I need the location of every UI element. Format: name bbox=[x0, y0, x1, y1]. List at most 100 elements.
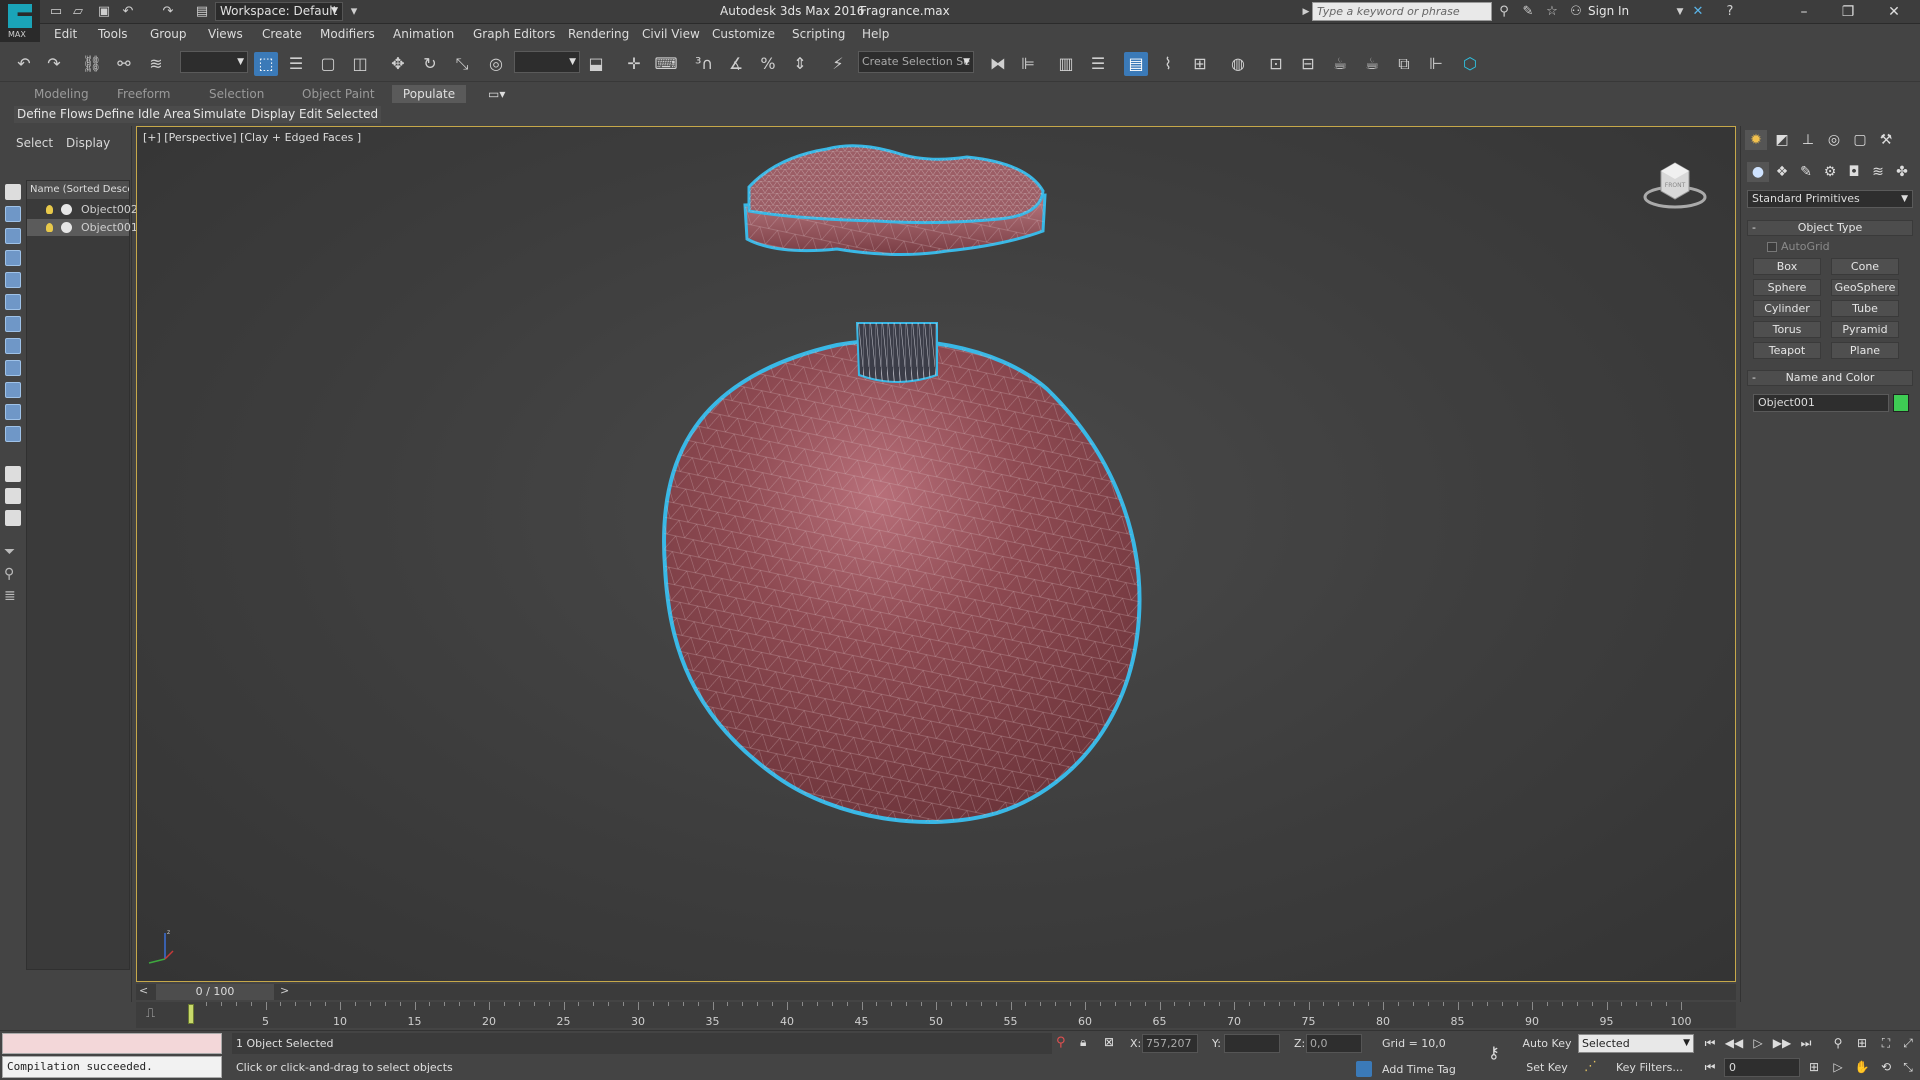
display-panel-icon[interactable]: ▢ bbox=[1849, 130, 1871, 150]
space-warps-icon[interactable]: ≋ bbox=[1867, 162, 1889, 182]
reference-coordinate-dropdown[interactable]: ▼ bbox=[514, 51, 580, 73]
modify-panel-icon[interactable]: ◩ bbox=[1771, 130, 1793, 150]
menu-scripting[interactable]: Scripting bbox=[792, 27, 845, 41]
go-to-start-icon[interactable]: ⏮ bbox=[1700, 1033, 1720, 1053]
undo-icon[interactable]: ↶ bbox=[120, 4, 136, 20]
light-bulb-icon[interactable] bbox=[46, 205, 53, 214]
key-tangent-icon[interactable]: ⋰ bbox=[1584, 1059, 1597, 1074]
key-filters-button[interactable]: Key Filters... bbox=[1616, 1061, 1683, 1074]
cameras-icon[interactable]: ⚙ bbox=[1819, 162, 1841, 182]
tab-selection[interactable]: Selection bbox=[209, 87, 264, 101]
rectangular-selection-icon[interactable]: ▢ bbox=[316, 52, 340, 76]
select-and-place-icon[interactable]: ◎ bbox=[484, 52, 508, 76]
visibility-icon[interactable] bbox=[61, 204, 72, 215]
name-and-color-rollout-header[interactable]: - Name and Color bbox=[1747, 370, 1913, 386]
window-crossing-icon[interactable]: ◫ bbox=[348, 52, 372, 76]
selection-filter-dropdown[interactable]: ▼ bbox=[180, 51, 248, 73]
primitive-pyramid-button[interactable]: Pyramid bbox=[1831, 321, 1899, 338]
zoom-extents-all-icon[interactable]: ⤢ bbox=[1898, 1033, 1918, 1053]
display-none-icon[interactable] bbox=[5, 488, 21, 504]
favorites-star-icon[interactable]: ☆ bbox=[1544, 4, 1560, 20]
spinner-snap-icon[interactable]: ⇕ bbox=[788, 52, 812, 76]
percent-snap-icon[interactable]: % bbox=[756, 52, 780, 76]
maxscript-listener-input[interactable] bbox=[2, 1033, 222, 1054]
play-icon[interactable]: ▷ bbox=[1748, 1033, 1768, 1053]
simulate-button[interactable]: Simulate bbox=[190, 106, 250, 123]
binoculars-icon[interactable]: ⚲ bbox=[1496, 4, 1512, 20]
customize-quick-access-icon[interactable]: ▾ bbox=[346, 4, 362, 20]
display-containers-icon[interactable] bbox=[5, 404, 21, 420]
menu-customize[interactable]: Customize bbox=[712, 27, 775, 41]
display-geometry-icon[interactable] bbox=[5, 206, 21, 222]
object-name-field[interactable]: Object001 bbox=[1753, 394, 1889, 412]
menu-animation[interactable]: Animation bbox=[393, 27, 454, 41]
project-folder-icon[interactable]: ▤ bbox=[194, 4, 210, 20]
display-lights-icon[interactable] bbox=[5, 250, 21, 266]
zoom-extents-icon[interactable]: ⛶ bbox=[1876, 1033, 1896, 1053]
material-editor-icon[interactable]: ◍ bbox=[1226, 52, 1250, 76]
zoom-icon[interactable]: ⚲ bbox=[1828, 1033, 1848, 1053]
menu-help[interactable]: Help bbox=[862, 27, 889, 41]
workspace-dropdown[interactable]: Workspace: Default ▼ bbox=[215, 2, 343, 21]
close-button[interactable]: ✕ bbox=[1874, 2, 1914, 22]
set-key-button[interactable]: Set Key bbox=[1522, 1058, 1572, 1077]
maxscript-listener-output[interactable]: Compilation succeeded. bbox=[2, 1056, 222, 1078]
z-coordinate-field[interactable]: 0,0 bbox=[1306, 1034, 1362, 1053]
geometry-icon[interactable]: ● bbox=[1747, 162, 1769, 182]
key-mode-dropdown[interactable]: Selected ▼ bbox=[1578, 1034, 1694, 1053]
display-groups-icon[interactable] bbox=[5, 338, 21, 354]
communication-center-icon[interactable]: ✎ bbox=[1520, 4, 1536, 20]
select-by-name-icon[interactable]: ☰ bbox=[284, 52, 308, 76]
hierarchy-panel-icon[interactable]: ⊥ bbox=[1797, 130, 1819, 150]
menu-views[interactable]: Views bbox=[208, 27, 243, 41]
current-frame-marker[interactable] bbox=[188, 1004, 194, 1024]
manipulate-icon[interactable]: ✛ bbox=[622, 52, 646, 76]
menu-civil-view[interactable]: Civil View bbox=[642, 27, 700, 41]
batch-render-icon[interactable]: ⊩ bbox=[1424, 52, 1448, 76]
previous-frame-icon[interactable]: ◀◀ bbox=[1724, 1033, 1744, 1053]
track-bar[interactable]: ⎍ 5 10 15 20 25 30 35 40 45 50 55 60 65 70 75 80 85 90 95 1… bbox=[136, 1002, 1736, 1028]
menu-create[interactable]: Create bbox=[262, 27, 302, 41]
schematic-view-icon[interactable]: ⊞ bbox=[1188, 52, 1212, 76]
rendered-frame-window-icon[interactable]: ⊟ bbox=[1296, 52, 1320, 76]
shapes-icon[interactable]: ❖ bbox=[1771, 162, 1793, 182]
primitive-torus-button[interactable]: Torus bbox=[1753, 321, 1821, 338]
minimize-button[interactable]: – bbox=[1784, 2, 1824, 22]
scene-explorer-tab-select[interactable]: Select bbox=[16, 136, 53, 150]
current-frame-field[interactable]: 0 bbox=[1724, 1058, 1800, 1077]
menu-edit[interactable]: Edit bbox=[54, 27, 77, 41]
next-frame-icon[interactable]: ▶▶ bbox=[1772, 1033, 1792, 1053]
select-and-link-icon[interactable]: ⛓ bbox=[80, 52, 104, 76]
display-all-icon[interactable] bbox=[5, 466, 21, 482]
pivot-center-icon[interactable]: ⬓ bbox=[584, 52, 608, 76]
select-and-move-icon[interactable]: ✥ bbox=[386, 52, 410, 76]
display-cameras-icon[interactable] bbox=[5, 272, 21, 288]
isolate-selection-icon[interactable]: ⚲ bbox=[1056, 1035, 1066, 1050]
angle-snap-icon[interactable]: ∡ bbox=[724, 52, 748, 76]
tab-populate[interactable]: Populate bbox=[392, 85, 466, 103]
set-key-mode-icon[interactable]: ⚷ bbox=[1488, 1043, 1500, 1062]
add-time-tag-button[interactable]: Add Time Tag bbox=[1382, 1063, 1456, 1076]
curve-editor-icon[interactable]: ⌇ bbox=[1156, 52, 1180, 76]
snaps-toggle-icon[interactable]: ³∩ bbox=[692, 52, 716, 76]
scene-explorer-tab-display[interactable]: Display bbox=[66, 136, 110, 150]
menu-tools[interactable]: Tools bbox=[98, 27, 128, 41]
primitive-tube-button[interactable]: Tube bbox=[1831, 300, 1899, 317]
menu-graph-editors[interactable]: Graph Editors bbox=[473, 27, 555, 41]
app-logo[interactable]: MAX bbox=[0, 0, 40, 42]
find-icon[interactable]: ⚲ bbox=[4, 566, 14, 582]
new-file-icon[interactable]: ▭ bbox=[48, 4, 64, 20]
define-idle-areas-button[interactable]: Define Idle Areas bbox=[92, 106, 201, 123]
save-icon[interactable]: ▣ bbox=[96, 4, 112, 20]
select-and-scale-icon[interactable]: ⤡ bbox=[450, 52, 474, 76]
layer-explorer-icon[interactable]: ☰ bbox=[1086, 52, 1110, 76]
define-flows-button[interactable]: Define Flows bbox=[14, 106, 97, 123]
perspective-viewport[interactable]: [+] [Perspective] [Clay + Edged Faces ] bbox=[136, 126, 1736, 982]
mini-curve-editor-icon[interactable]: ⎍ bbox=[146, 1006, 155, 1021]
mirror-icon[interactable]: ⧓ bbox=[986, 52, 1010, 76]
render-production-icon[interactable]: ☕ bbox=[1328, 52, 1352, 76]
primitive-sphere-button[interactable]: Sphere bbox=[1753, 279, 1821, 296]
menu-modifiers[interactable]: Modifiers bbox=[320, 27, 375, 41]
create-panel-icon[interactable]: ✹ bbox=[1745, 130, 1767, 150]
primitive-plane-button[interactable]: Plane bbox=[1831, 342, 1899, 359]
